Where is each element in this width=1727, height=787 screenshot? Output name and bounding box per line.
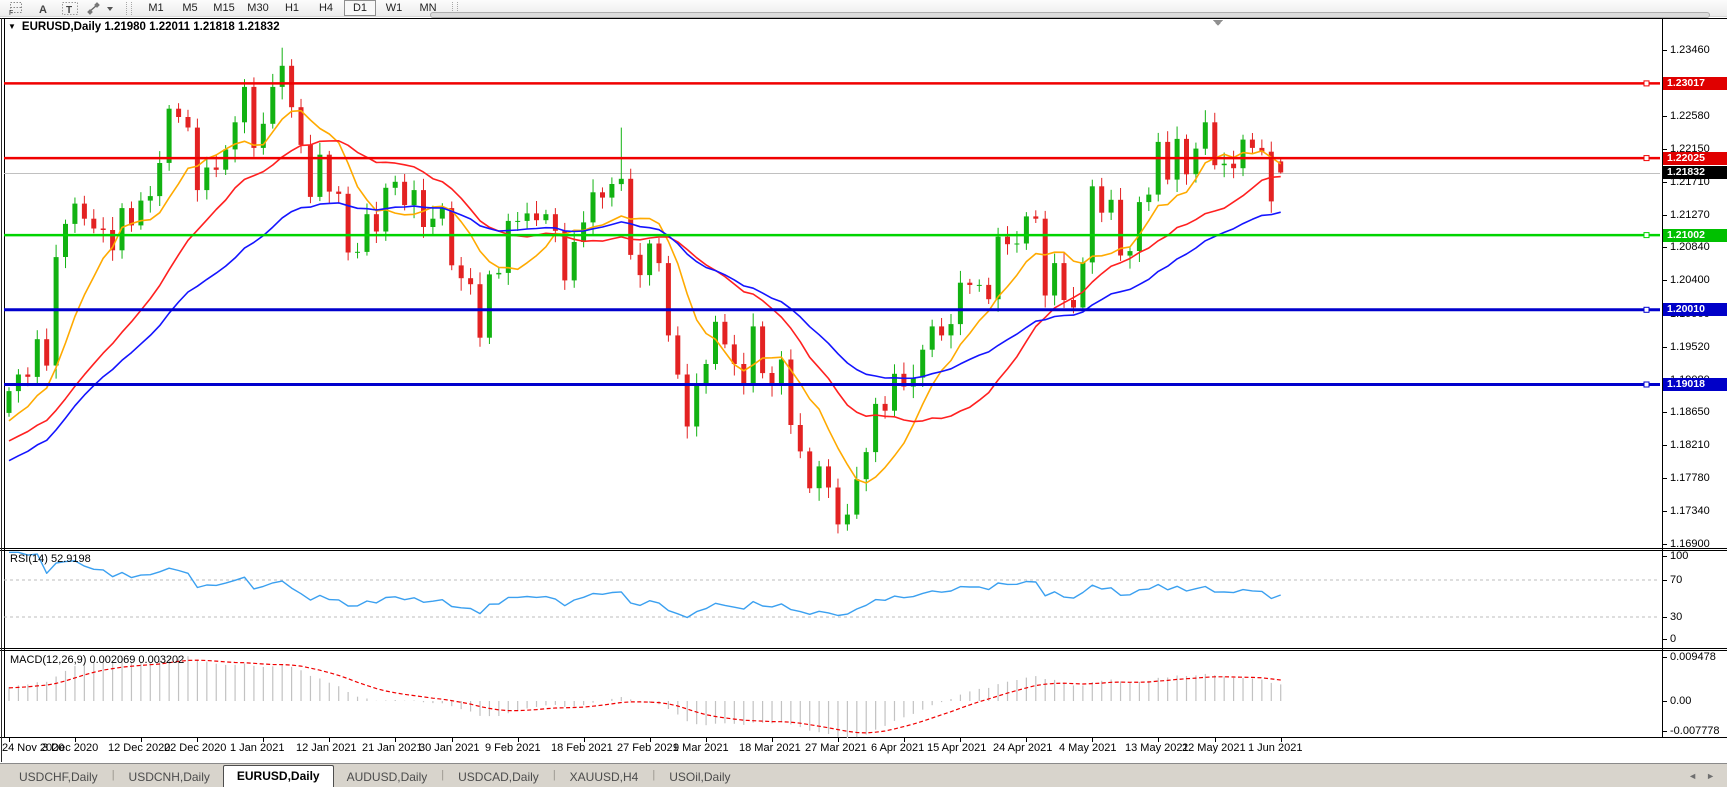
objects-dropdown-icon[interactable]: [84, 1, 118, 16]
date-axis-label: 12 Jan 2021: [296, 742, 357, 754]
rsi-axis-tick: 100: [1670, 550, 1688, 562]
chart-title: ▼ EURUSD,Daily 1.21980 1.22011 1.21818 1.…: [8, 21, 280, 33]
timeframe-button-m30[interactable]: M30: [242, 0, 274, 16]
svg-text:A: A: [39, 4, 47, 16]
date-axis-label: 1 Jan 2021: [230, 742, 284, 754]
macd-panel-label: MACD(12,26,9) 0.002069 0.003202: [10, 654, 184, 666]
price-axis-tick: 1.19520: [1670, 341, 1710, 353]
macd-plot: [9, 656, 1281, 738]
price-axis-tick: 1.16900: [1670, 538, 1710, 550]
rsi-panel-label: RSI(14) 52.9198: [10, 553, 91, 565]
tab-separator: |: [441, 769, 444, 784]
chart-tabs: USDCHF,Daily|USDCNH,DailyEURUSD,DailyAUD…: [6, 765, 744, 787]
collapse-triangle-icon[interactable]: ▼: [8, 22, 16, 31]
date-axis-label: 9 Feb 2021: [485, 742, 541, 754]
label-tool-icon[interactable]: A: [30, 1, 56, 16]
date-axis-label: 13 May 2021: [1125, 742, 1189, 754]
price-badge-1.20010: 1.20010: [1663, 303, 1727, 316]
macd-axis-tick: 0.00: [1670, 695, 1691, 707]
svg-text:T: T: [66, 5, 72, 16]
tabs-scroll-right-icon[interactable]: ►: [1706, 771, 1715, 781]
timeframe-button-d1[interactable]: D1: [344, 0, 376, 16]
timeframe-button-h4[interactable]: H4: [310, 0, 342, 16]
rsi-axis-tick: 30: [1670, 611, 1682, 623]
chart-tab-audusd[interactable]: AUDUSD,Daily: [334, 768, 441, 787]
date-axis-label: 4 May 2021: [1059, 742, 1116, 754]
svg-text:F: F: [9, 10, 13, 16]
candlesticks[interactable]: [7, 48, 1284, 534]
price-axis-tick: 1.22580: [1670, 110, 1710, 122]
date-axis-label: 15 Apr 2021: [927, 742, 986, 754]
timeframe-button-m15[interactable]: M15: [208, 0, 240, 16]
date-axis-label: 27 Mar 2021: [805, 742, 867, 754]
chart-tab-usdcnh[interactable]: USDCNH,Daily: [116, 768, 223, 787]
timeframe-button-m5[interactable]: M5: [174, 0, 206, 16]
timeframe-button-m1[interactable]: M1: [140, 0, 172, 16]
date-axis-label: 24 Apr 2021: [993, 742, 1052, 754]
price-axis-tick: 1.20840: [1670, 241, 1710, 253]
date-axis-label: 3 Dec 2020: [42, 742, 98, 754]
price-badge-1.21832: 1.21832: [1663, 166, 1727, 179]
chart-title-text: EURUSD,Daily 1.21980 1.22011 1.21818 1.2…: [22, 21, 280, 33]
date-axis-label: 22 Dec 2020: [164, 742, 226, 754]
tab-scroll-arrows: ◄►: [1679, 771, 1715, 781]
price-axis-tick: 1.18650: [1670, 406, 1710, 418]
chart-tab-eurusd[interactable]: EURUSD,Daily: [223, 765, 334, 787]
chart-grid-f-icon[interactable]: F: [3, 1, 29, 16]
date-axis-label: 12 Dec 2020: [108, 742, 170, 754]
chart-tab-usoil[interactable]: USOil,Daily: [656, 768, 743, 787]
date-axis-label: 18 Feb 2021: [551, 742, 613, 754]
tabs-scroll-left-icon[interactable]: ◄: [1688, 771, 1697, 781]
price-axis-tick: 1.20400: [1670, 274, 1710, 286]
price-axis-tick: 1.18210: [1670, 439, 1710, 451]
price-axis-tick: 1.17780: [1670, 472, 1710, 484]
date-axis-label: 27 Feb 2021: [617, 742, 679, 754]
tab-separator: |: [553, 769, 556, 784]
date-axis-label: 22 May 2021: [1182, 742, 1246, 754]
rsi-plot: [4, 552, 1660, 617]
rsi-axis-tick: 0: [1670, 633, 1676, 645]
panel-borders: [0, 18, 1727, 762]
chart-tabs-bar: USDCHF,Daily|USDCNH,DailyEURUSD,DailyAUD…: [0, 763, 1727, 787]
axis-ticks: [10, 51, 1668, 743]
timeframe-button-w1[interactable]: W1: [378, 0, 410, 16]
text-tool-icon[interactable]: T: [57, 1, 83, 16]
price-badge-1.23017: 1.23017: [1663, 77, 1727, 90]
macd-axis-tick: -0.007778: [1670, 725, 1720, 737]
date-axis-label: 1 Jun 2021: [1248, 742, 1302, 754]
timeframe-button-h1[interactable]: H1: [276, 0, 308, 16]
chart-tab-usdcad[interactable]: USDCAD,Daily: [445, 768, 552, 787]
mt4-chart-screen: F A T M1M5M15M30H1H4D1W1MN 1.234601.2302…: [0, 0, 1727, 787]
price-axis-tick: 1.21270: [1670, 209, 1710, 221]
price-badge-1.19018: 1.19018: [1663, 378, 1727, 391]
tab-separator: |: [652, 769, 655, 784]
macd-axis-tick: 0.009478: [1670, 651, 1716, 663]
rsi-axis-tick: 70: [1670, 574, 1682, 586]
price-axis-tick: 1.23460: [1670, 44, 1710, 56]
date-axis-label: 21 Jan 2021: [362, 742, 423, 754]
tab-separator: |: [112, 769, 115, 784]
price-badge-1.21002: 1.21002: [1663, 229, 1727, 242]
date-axis-label: 18 Mar 2021: [739, 742, 801, 754]
date-axis-label: 30 Jan 2021: [419, 742, 480, 754]
toolbar-grip: [126, 2, 132, 15]
date-axis-label: 9 Mar 2021: [673, 742, 729, 754]
chart-hscrollbar-thumb[interactable]: [430, 12, 1710, 18]
date-axis-label: 6 Apr 2021: [871, 742, 924, 754]
chart-tab-usdchf[interactable]: USDCHF,Daily: [6, 768, 111, 787]
price-badge-1.22025: 1.22025: [1663, 152, 1727, 165]
price-axis-tick: 1.17340: [1670, 505, 1710, 517]
chart-tab-xauusd[interactable]: XAUUSD,H4: [557, 768, 652, 787]
timeframe-buttons: M1M5M15M30H1H4D1W1MN: [139, 0, 445, 16]
chart-canvas[interactable]: [0, 0, 1727, 787]
